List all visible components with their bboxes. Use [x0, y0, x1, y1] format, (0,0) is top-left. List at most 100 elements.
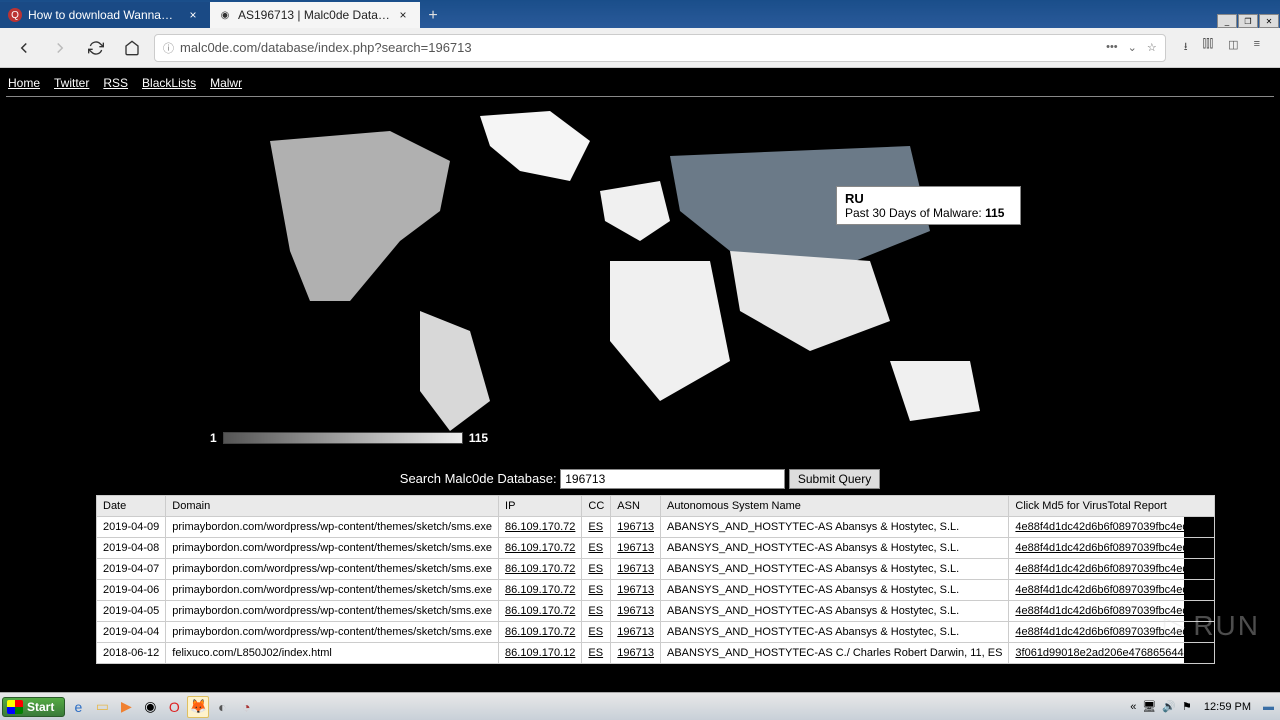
cell-md5[interactable]: 4e88f4d1dc42d6b6f0897039fbc4edc0	[1009, 622, 1215, 643]
col-cc[interactable]: CC	[582, 496, 611, 517]
cell-ip[interactable]: 86.109.170.72	[499, 517, 582, 538]
taskbar-ie-icon[interactable]: e	[67, 696, 89, 718]
nav-right-actions: ⭳ ⫿⫿⫿ ◫ ≡	[1174, 38, 1270, 57]
cell-ip[interactable]: 86.109.170.72	[499, 601, 582, 622]
tray-clock[interactable]: 12:59 PM	[1198, 701, 1257, 713]
nav-malwr[interactable]: Malwr	[210, 76, 242, 90]
url-input[interactable]	[180, 40, 1100, 55]
cell-asn[interactable]: 196713	[611, 517, 661, 538]
table-row: 2019-04-05primaybordon.com/wordpress/wp-…	[97, 601, 1215, 622]
taskbar-firefox-icon[interactable]: 🦊	[187, 696, 209, 718]
browser-tab-active[interactable]: ◉ AS196713 | Malc0de Database ×	[210, 2, 420, 28]
bookmark-icon[interactable]: ☆	[1147, 41, 1157, 54]
new-tab-button[interactable]: +	[420, 4, 446, 28]
home-button[interactable]	[118, 34, 146, 62]
sidebar-icon[interactable]: ◫	[1228, 38, 1238, 57]
col-asname[interactable]: Autonomous System Name	[661, 496, 1009, 517]
cell-asn[interactable]: 196713	[611, 622, 661, 643]
cell-cc[interactable]: ES	[582, 517, 611, 538]
tooltip-label: Past 30 Days of Malware:	[845, 206, 982, 220]
downloads-icon[interactable]: ⭳	[1184, 38, 1188, 57]
col-date[interactable]: Date	[97, 496, 166, 517]
url-bar[interactable]: ⓘ ••• ⌄ ☆	[154, 34, 1166, 62]
cell-asname: ABANSYS_AND_HOSTYTEC-AS Abansys & Hostyt…	[661, 559, 1009, 580]
tray-flag-icon[interactable]: ⚑	[1182, 700, 1192, 713]
taskbar-app-icon[interactable]: ◐	[211, 696, 233, 718]
tray-expand-icon[interactable]: «	[1130, 701, 1136, 713]
col-ip[interactable]: IP	[499, 496, 582, 517]
submit-query-button[interactable]: Submit Query	[789, 469, 880, 489]
cell-cc[interactable]: ES	[582, 643, 611, 664]
menu-icon[interactable]: ≡	[1254, 38, 1260, 57]
cell-md5[interactable]: 4e88f4d1dc42d6b6f0897039fbc4edc0	[1009, 559, 1215, 580]
taskbar-explorer-icon[interactable]: ▭	[91, 696, 113, 718]
cell-ip[interactable]: 86.109.170.72	[499, 622, 582, 643]
search-input[interactable]	[560, 469, 785, 489]
table-row: 2019-04-07primaybordon.com/wordpress/wp-…	[97, 559, 1215, 580]
cell-md5[interactable]: 4e88f4d1dc42d6b6f0897039fbc4edc0	[1009, 601, 1215, 622]
map-region-asia[interactable]	[730, 251, 890, 351]
nav-home[interactable]: Home	[8, 76, 40, 90]
more-icon[interactable]: •••	[1106, 41, 1118, 54]
col-asn[interactable]: ASN	[611, 496, 661, 517]
map-region-africa[interactable]	[610, 261, 730, 401]
taskbar-app2-icon[interactable]: ◔	[235, 696, 257, 718]
cell-cc[interactable]: ES	[582, 601, 611, 622]
cell-cc[interactable]: ES	[582, 538, 611, 559]
map-tooltip: RU Past 30 Days of Malware: 115	[836, 186, 1021, 225]
cell-ip[interactable]: 86.109.170.72	[499, 580, 582, 601]
map-region-sa[interactable]	[420, 311, 490, 431]
nav-rss[interactable]: RSS	[103, 76, 128, 90]
pocket-icon[interactable]: ⌄	[1128, 41, 1137, 54]
reload-button[interactable]	[82, 34, 110, 62]
cell-md5[interactable]: 4e88f4d1dc42d6b6f0897039fbc4edc0	[1009, 517, 1215, 538]
taskbar-media-icon[interactable]: ▶	[115, 696, 137, 718]
cell-asn[interactable]: 196713	[611, 538, 661, 559]
map-region-eu[interactable]	[600, 181, 670, 241]
nav-blacklists[interactable]: BlackLists	[142, 76, 196, 90]
taskbar-opera-icon[interactable]: O	[163, 696, 185, 718]
close-icon[interactable]: ×	[396, 8, 410, 22]
search-label: Search Malc0de Database:	[400, 471, 557, 486]
minimize-button[interactable]: _	[1217, 14, 1237, 28]
browser-tab-inactive[interactable]: Q How to download WannaCry for t ×	[0, 2, 210, 28]
maximize-button[interactable]: ❐	[1238, 14, 1258, 28]
cell-cc[interactable]: ES	[582, 622, 611, 643]
cell-ip[interactable]: 86.109.170.72	[499, 538, 582, 559]
forward-button[interactable]	[46, 34, 74, 62]
cell-date: 2019-04-06	[97, 580, 166, 601]
tray-desktop-icon[interactable]: ▬	[1263, 701, 1274, 713]
page-viewport[interactable]: Home Twitter RSS BlackLists Malwr RU Pas…	[0, 68, 1280, 692]
system-tray: « 🖥 🔊 ⚑ 12:59 PM ▬	[1126, 700, 1278, 713]
cell-date: 2018-06-12	[97, 643, 166, 664]
site-info-icon[interactable]: ⓘ	[163, 40, 174, 56]
cell-md5[interactable]: 4e88f4d1dc42d6b6f0897039fbc4edc0	[1009, 538, 1215, 559]
cell-asn[interactable]: 196713	[611, 601, 661, 622]
start-button[interactable]: Start	[2, 697, 65, 717]
cell-asn[interactable]: 196713	[611, 559, 661, 580]
col-md5[interactable]: Click Md5 for VirusTotal Report	[1009, 496, 1215, 517]
map-region-greenland[interactable]	[480, 111, 590, 181]
map-region-au[interactable]	[890, 361, 980, 421]
window-controls: _ ❐ ✕	[1217, 13, 1280, 28]
taskbar-chrome-icon[interactable]: ◉	[139, 696, 161, 718]
back-button[interactable]	[10, 34, 38, 62]
col-domain[interactable]: Domain	[166, 496, 499, 517]
cell-md5[interactable]: 3f061d99018e2ad206e47686564455d6	[1009, 643, 1215, 664]
cell-md5[interactable]: 4e88f4d1dc42d6b6f0897039fbc4edc0	[1009, 580, 1215, 601]
cell-ip[interactable]: 86.109.170.12	[499, 643, 582, 664]
world-map[interactable]	[190, 101, 1090, 451]
close-icon[interactable]: ×	[186, 8, 200, 22]
cell-asn[interactable]: 196713	[611, 580, 661, 601]
cell-asn[interactable]: 196713	[611, 643, 661, 664]
library-icon[interactable]: ⫿⫿⫿	[1203, 38, 1214, 57]
tray-network-icon[interactable]: 🖥	[1142, 700, 1156, 713]
nav-twitter[interactable]: Twitter	[54, 76, 89, 90]
close-window-button[interactable]: ✕	[1259, 14, 1279, 28]
cell-date: 2019-04-09	[97, 517, 166, 538]
cell-ip[interactable]: 86.109.170.72	[499, 559, 582, 580]
tray-volume-icon[interactable]: 🔊	[1162, 700, 1176, 713]
map-region-na[interactable]	[270, 131, 450, 301]
cell-cc[interactable]: ES	[582, 580, 611, 601]
cell-cc[interactable]: ES	[582, 559, 611, 580]
